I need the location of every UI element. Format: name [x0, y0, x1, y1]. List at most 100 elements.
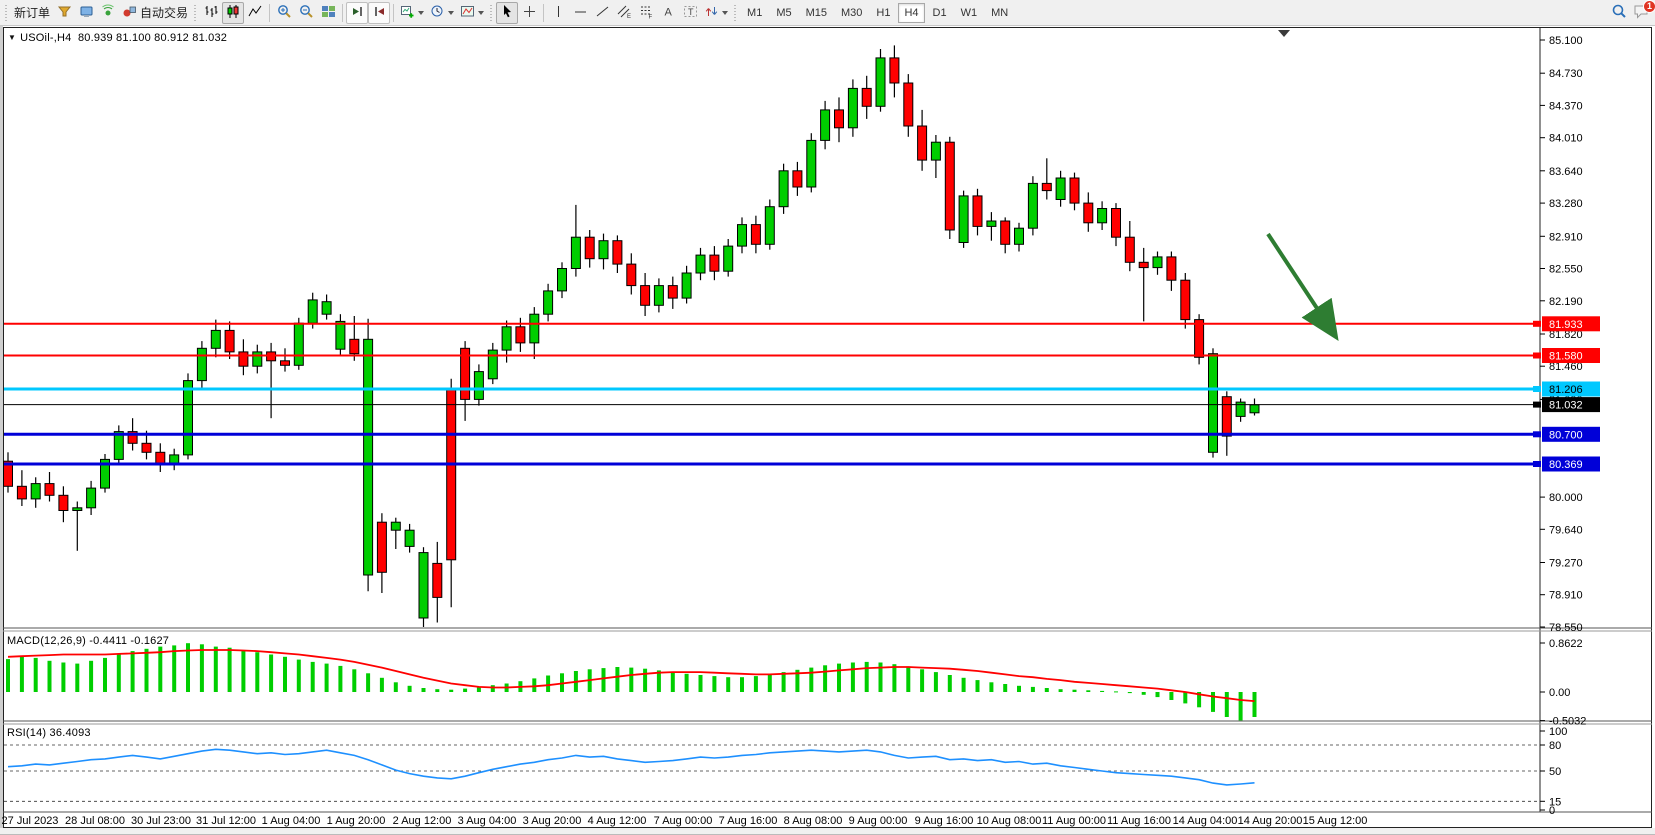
auto-trading-button[interactable]: 自动交易 — [119, 2, 191, 24]
depth-button[interactable] — [53, 2, 75, 24]
timeframe-m15-button[interactable]: M15 — [800, 3, 833, 23]
macd-axis: 0.86220.00-0.5032 — [1540, 638, 1586, 728]
arrows-button[interactable] — [701, 2, 731, 24]
zoom-in-icon — [277, 4, 292, 22]
arrows-icon — [704, 4, 719, 22]
zoom-out-button[interactable] — [295, 2, 317, 24]
svg-text:F: F — [648, 14, 652, 19]
fibonacci-button[interactable]: F — [635, 2, 657, 24]
macd-panel[interactable] — [6, 643, 1257, 720]
svg-text:79.270: 79.270 — [1549, 558, 1583, 570]
toolbar-grip[interactable] — [4, 5, 9, 21]
svg-text:83.280: 83.280 — [1549, 198, 1583, 210]
bar-chart-button[interactable] — [200, 2, 222, 24]
svg-text:3 Aug 20:00: 3 Aug 20:00 — [523, 815, 582, 827]
price-chart-canvas[interactable]: 85.10084.73084.37084.01083.64083.28082.9… — [0, 26, 1655, 835]
svg-text:79.640: 79.640 — [1549, 524, 1583, 536]
template-button[interactable] — [457, 2, 487, 24]
new-chart-icon — [400, 4, 415, 22]
horizontal-line-button[interactable] — [569, 2, 591, 24]
svg-text:30 Jul 23:00: 30 Jul 23:00 — [131, 815, 191, 827]
chart-area[interactable]: ▼USOil-,H4 80.939 81.100 80.912 81.032 M… — [0, 26, 1655, 835]
svg-text:27 Jul 2023: 27 Jul 2023 — [2, 815, 59, 827]
timeframe-m1-button[interactable]: M1 — [741, 3, 768, 23]
price-axis: 85.10084.73084.37084.01083.64083.28082.9… — [1540, 35, 1583, 634]
cursor-button[interactable] — [496, 2, 518, 24]
terminal-button[interactable] — [75, 2, 97, 24]
timeframe-w1-button[interactable]: W1 — [955, 3, 984, 23]
svg-text:100: 100 — [1549, 726, 1567, 738]
svg-text:0.8622: 0.8622 — [1549, 638, 1583, 650]
timeframe-d1-button[interactable]: D1 — [927, 3, 953, 23]
crosshair-button[interactable] — [518, 2, 540, 24]
svg-text:14 Aug 04:00: 14 Aug 04:00 — [1173, 815, 1238, 827]
svg-text:80: 80 — [1549, 740, 1561, 752]
text-button[interactable]: A — [657, 2, 679, 24]
trend-arrow-annotation[interactable] — [1268, 234, 1332, 331]
search-button[interactable] — [1608, 2, 1630, 24]
line-chart-button[interactable] — [244, 2, 266, 24]
timeframe-mn-button[interactable]: MN — [985, 3, 1014, 23]
chevron-down-icon — [418, 11, 424, 15]
svg-text:4 Aug 12:00: 4 Aug 12:00 — [588, 815, 647, 827]
bar-chart-icon — [204, 4, 219, 22]
svg-text:E: E — [627, 14, 631, 19]
svg-text:9 Aug 16:00: 9 Aug 16:00 — [915, 815, 974, 827]
zoom-in-button[interactable] — [273, 2, 295, 24]
svg-text:84.010: 84.010 — [1549, 133, 1583, 145]
timeframe-m30-button[interactable]: M30 — [835, 3, 868, 23]
svg-text:8 Aug 08:00: 8 Aug 08:00 — [784, 815, 843, 827]
svg-text:82.910: 82.910 — [1549, 231, 1583, 243]
svg-text:0: 0 — [1549, 805, 1555, 817]
svg-text:78.550: 78.550 — [1549, 622, 1583, 634]
search-icon — [1611, 3, 1627, 22]
toolbar-grip[interactable] — [193, 5, 198, 21]
svg-text:28 Jul 08:00: 28 Jul 08:00 — [65, 815, 125, 827]
trendline-icon — [595, 4, 610, 22]
svg-text:T: T — [688, 7, 694, 17]
tile-windows-icon — [321, 4, 336, 22]
timeframe-m5-button[interactable]: M5 — [770, 3, 797, 23]
svg-text:2 Aug 12:00: 2 Aug 12:00 — [393, 815, 452, 827]
svg-text:A: A — [664, 6, 672, 18]
rsi-axis: 1008050150 — [1540, 726, 1567, 817]
notification-badge: 1 — [1643, 0, 1655, 13]
channel-button[interactable]: E — [613, 2, 635, 24]
new-order-label: 新订单 — [14, 4, 50, 21]
candles-layer[interactable] — [4, 45, 1260, 627]
candlestick-chart-button[interactable] — [222, 2, 244, 24]
channel-icon: E — [617, 4, 632, 22]
svg-text:15 Aug 12:00: 15 Aug 12:00 — [1303, 815, 1368, 827]
toolbar-grip[interactable] — [733, 5, 738, 21]
auto-scroll-button[interactable] — [346, 2, 368, 24]
svg-text:7 Aug 16:00: 7 Aug 16:00 — [719, 815, 778, 827]
svg-text:1 Aug 20:00: 1 Aug 20:00 — [327, 815, 386, 827]
svg-text:78.910: 78.910 — [1549, 590, 1583, 602]
svg-text:11 Aug 16:00: 11 Aug 16:00 — [1107, 815, 1171, 827]
vertical-line-button[interactable] — [547, 2, 569, 24]
chat-button[interactable]: 1 — [1630, 2, 1653, 24]
line-chart-icon — [248, 4, 263, 22]
zoom-out-icon — [299, 4, 314, 22]
chart-shift-button[interactable] — [368, 2, 390, 24]
clock-icon — [430, 4, 445, 22]
period-button[interactable] — [427, 2, 457, 24]
new-chart-button[interactable] — [397, 2, 427, 24]
svg-text:9 Aug 00:00: 9 Aug 00:00 — [849, 815, 908, 827]
toolbar-grip[interactable] — [489, 5, 494, 21]
rsi-panel[interactable] — [4, 745, 1540, 801]
new-order-button[interactable]: 新订单 — [11, 2, 53, 24]
svg-text:50: 50 — [1549, 766, 1561, 778]
vertical-line-icon — [551, 4, 566, 22]
text-label-button[interactable]: T — [679, 2, 701, 24]
timeframe-h1-button[interactable]: H1 — [870, 3, 896, 23]
signal-button[interactable] — [97, 2, 119, 24]
timeframe-h4-button[interactable]: H4 — [898, 3, 924, 23]
trendline-button[interactable] — [591, 2, 613, 24]
chart-shift-marker-icon[interactable] — [1278, 30, 1290, 37]
crosshair-icon — [522, 4, 537, 22]
horizontal-line-icon — [573, 4, 588, 22]
tile-windows-button[interactable] — [317, 2, 339, 24]
svg-text:80.700: 80.700 — [1549, 429, 1583, 441]
chevron-down-icon — [448, 11, 454, 15]
